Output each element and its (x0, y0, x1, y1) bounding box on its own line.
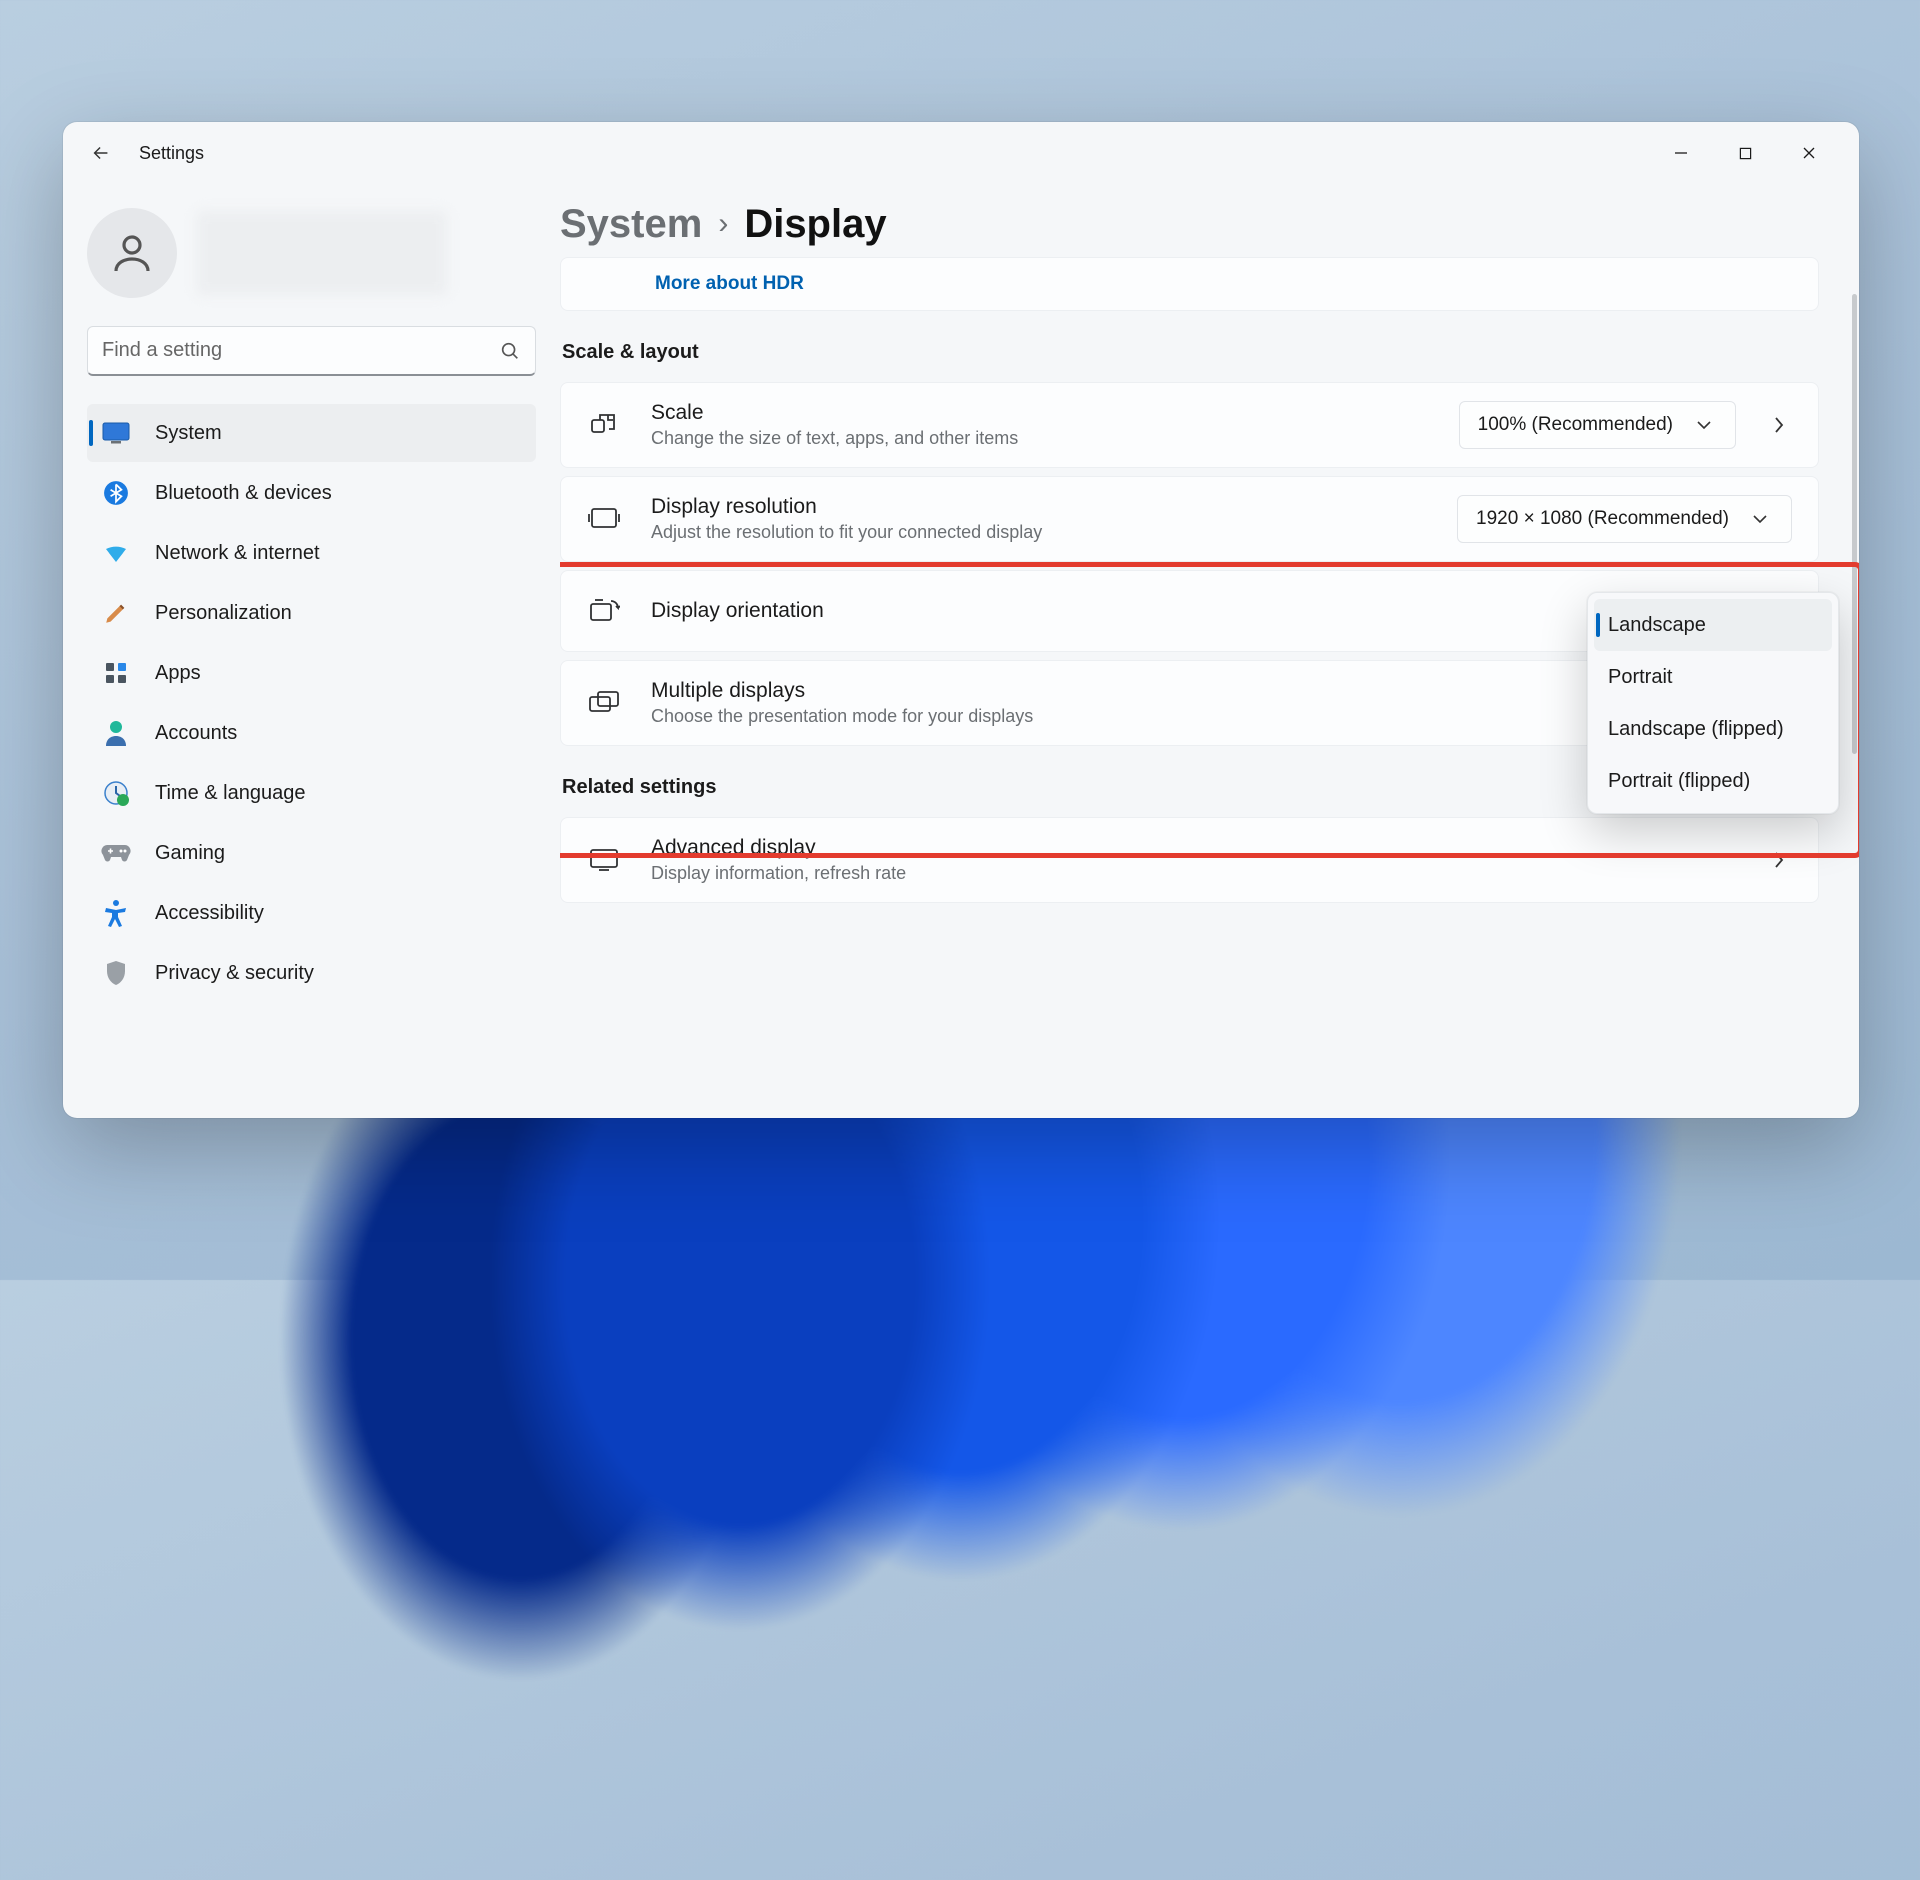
person-icon (108, 229, 156, 277)
nav-label: Network & internet (155, 542, 320, 565)
avatar (87, 208, 177, 298)
gamepad-icon (101, 838, 131, 868)
card-desc: Change the size of text, apps, and other… (651, 428, 1429, 449)
arrow-left-icon (90, 142, 112, 164)
card-title: Scale (651, 401, 1429, 425)
scale-card[interactable]: Scale Change the size of text, apps, and… (560, 382, 1819, 468)
nav-item-privacy[interactable]: Privacy & security (87, 944, 536, 1002)
monitor-icon (587, 843, 621, 877)
search-box[interactable] (87, 326, 536, 376)
scale-icon (587, 408, 621, 442)
apps-icon (101, 658, 131, 688)
chevron-right-icon: › (718, 207, 728, 241)
nav-item-personalization[interactable]: Personalization (87, 584, 536, 642)
user-profile[interactable] (87, 208, 536, 298)
chevron-down-icon (1747, 514, 1773, 524)
multiple-displays-icon (587, 686, 621, 720)
nav-item-time[interactable]: Time & language (87, 764, 536, 822)
nav-label: Personalization (155, 602, 292, 625)
accounts-icon (101, 718, 131, 748)
sidebar: System Bluetooth & devices Network & int… (63, 184, 560, 1118)
nav-list: System Bluetooth & devices Network & int… (87, 404, 536, 1002)
clock-globe-icon (101, 778, 131, 808)
select-value: 100% (Recommended) (1478, 414, 1673, 436)
search-icon (499, 340, 521, 362)
bluetooth-icon (101, 478, 131, 508)
wifi-icon (101, 538, 131, 568)
nav-item-accounts[interactable]: Accounts (87, 704, 536, 762)
scale-select[interactable]: 100% (Recommended) (1459, 401, 1736, 449)
orientation-option-portrait[interactable]: Portrait (1594, 651, 1832, 703)
nav-label: Bluetooth & devices (155, 482, 332, 505)
window-title: Settings (139, 143, 204, 164)
nav-label: Apps (155, 662, 201, 685)
settings-window: Settings (63, 122, 1859, 1118)
hdr-more-link[interactable]: More about HDR (655, 273, 804, 295)
breadcrumb-parent[interactable]: System (560, 202, 702, 247)
breadcrumb: System › Display (560, 202, 1819, 247)
nav-label: System (155, 422, 222, 445)
scrollbar[interactable] (1852, 294, 1857, 754)
hdr-card[interactable]: More about HDR (560, 257, 1819, 311)
orientation-icon (587, 594, 621, 628)
back-button[interactable] (81, 133, 121, 173)
nav-item-bluetooth[interactable]: Bluetooth & devices (87, 464, 536, 522)
content-area: System › Display More about HDR Scale & … (560, 184, 1859, 1118)
resolution-card[interactable]: Display resolution Adjust the resolution… (560, 476, 1819, 562)
orientation-option-portrait-flipped[interactable]: Portrait (flipped) (1594, 755, 1832, 807)
chevron-right-icon[interactable] (1766, 416, 1792, 434)
minimize-icon (1674, 146, 1688, 160)
advanced-display-card[interactable]: Advanced display Display information, re… (560, 817, 1819, 903)
close-button[interactable] (1777, 130, 1841, 176)
breadcrumb-current: Display (744, 202, 886, 247)
select-value: 1920 × 1080 (Recommended) (1476, 508, 1729, 530)
paintbrush-icon (101, 598, 131, 628)
orientation-option-landscape[interactable]: Landscape (1594, 599, 1832, 651)
shield-icon (101, 958, 131, 988)
maximize-icon (1739, 147, 1752, 160)
system-icon (101, 418, 131, 448)
nav-label: Gaming (155, 842, 225, 865)
card-desc: Adjust the resolution to fit your connec… (651, 522, 1427, 543)
section-scale-layout: Scale & layout (562, 341, 1819, 364)
maximize-button[interactable] (1713, 130, 1777, 176)
user-name-redacted (197, 211, 447, 295)
titlebar: Settings (63, 122, 1859, 184)
nav-item-network[interactable]: Network & internet (87, 524, 536, 582)
nav-item-apps[interactable]: Apps (87, 644, 536, 702)
accessibility-icon (101, 898, 131, 928)
nav-label: Accounts (155, 722, 237, 745)
nav-label: Accessibility (155, 902, 264, 925)
resolution-icon (587, 502, 621, 536)
chevron-right-icon[interactable] (1766, 851, 1792, 869)
close-icon (1802, 146, 1816, 160)
orientation-option-landscape-flipped[interactable]: Landscape (flipped) (1594, 703, 1832, 755)
card-title: Display resolution (651, 495, 1427, 519)
card-title: Advanced display (651, 836, 1736, 860)
nav-item-system[interactable]: System (87, 404, 536, 462)
nav-item-accessibility[interactable]: Accessibility (87, 884, 536, 942)
nav-label: Privacy & security (155, 962, 314, 985)
nav-label: Time & language (155, 782, 305, 805)
resolution-select[interactable]: 1920 × 1080 (Recommended) (1457, 495, 1792, 543)
chevron-down-icon (1691, 420, 1717, 430)
minimize-button[interactable] (1649, 130, 1713, 176)
search-input[interactable] (102, 339, 499, 362)
orientation-dropdown: Landscape Portrait Landscape (flipped) P… (1587, 592, 1839, 814)
card-desc: Display information, refresh rate (651, 863, 1736, 884)
nav-item-gaming[interactable]: Gaming (87, 824, 536, 882)
